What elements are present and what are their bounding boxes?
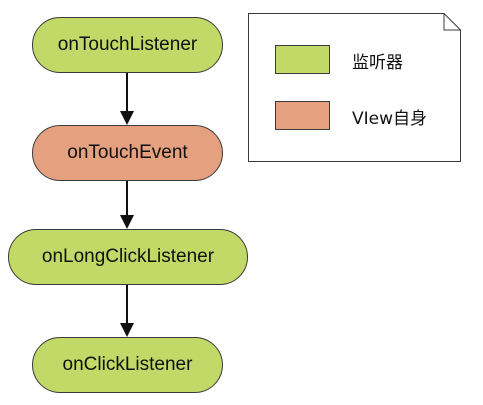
node-label: onLongClickListener — [41, 246, 215, 267]
legend-swatch-listener — [275, 45, 330, 74]
node-label: onTouchEvent — [67, 142, 188, 163]
legend-swatch-view — [275, 101, 330, 130]
note-frame — [248, 13, 461, 162]
node-on-touch-event: onTouchEvent — [32, 125, 223, 181]
arrow-down-icon — [120, 73, 134, 125]
node-label: onClickListener — [62, 354, 193, 375]
arrow-down-icon — [120, 181, 134, 229]
node-on-click-listener: onClickListener — [32, 337, 223, 393]
node-on-touch-listener: onTouchListener — [32, 17, 223, 73]
legend-label-listener: 监听器 — [352, 53, 403, 73]
node-on-long-click-listener: onLongClickListener — [8, 229, 248, 285]
legend-label-view: VIew自身 — [352, 109, 428, 129]
arrow-down-icon — [120, 285, 134, 337]
node-label: onTouchListener — [57, 34, 198, 55]
legend: 监听器 VIew自身 — [248, 13, 461, 162]
